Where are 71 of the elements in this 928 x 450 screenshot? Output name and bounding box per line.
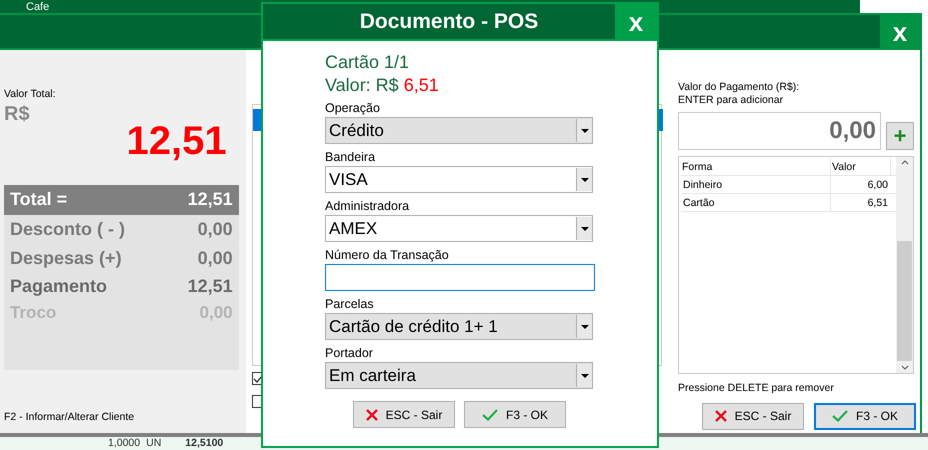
table-cell: 1,0000 [108, 436, 140, 450]
summary-label: Total = [10, 188, 68, 212]
scroll-up-icon [900, 160, 908, 165]
cancel-button[interactable]: ESC - Sair [353, 401, 455, 428]
table-cell: Dinheiro [681, 176, 831, 193]
remove-hint: Pressione DELETE para remover [678, 381, 835, 396]
field-label: Operação [325, 100, 381, 116]
column-header[interactable]: Valor [831, 158, 891, 175]
checkmark-icon [253, 374, 264, 382]
field-label: Portador [325, 345, 374, 361]
dropdown-field[interactable]: Crédito [325, 117, 593, 144]
value-amount: 6,51 [404, 74, 439, 97]
close-button[interactable]: x [880, 15, 920, 48]
caret-icon [580, 226, 588, 230]
total-amount: 12,51 [126, 120, 227, 161]
dropdown-field[interactable]: Em carteira [325, 362, 593, 389]
field-label: Parcelas [325, 296, 375, 312]
ok-button[interactable]: F3 - OK [464, 401, 566, 428]
ok-button[interactable]: F3 - OK [814, 402, 916, 430]
dropdown-field[interactable]: Cartão de crédito 1+ 1 [325, 313, 593, 340]
text-field[interactable] [325, 264, 595, 291]
dropdown-button[interactable] [576, 315, 592, 338]
summary-value: 12,51 [188, 274, 233, 298]
dropdown-button[interactable] [576, 168, 592, 191]
close-icon [366, 408, 378, 420]
dropdown-button[interactable] [576, 217, 592, 240]
cancel-button[interactable]: ESC - Sair [702, 402, 804, 430]
dropdown-value: Crédito [329, 120, 384, 142]
scroll-thumb[interactable] [897, 241, 912, 361]
caret-icon [580, 374, 588, 378]
dropdown-value: Em carteira [329, 364, 416, 387]
caret-icon [580, 178, 588, 182]
close-icon [714, 410, 727, 422]
amount-label: Valor do Pagamento (R$): [678, 81, 800, 94]
scroll-down-icon [900, 365, 908, 370]
dropdown-value: VISA [329, 168, 368, 191]
currency-label: R$ [4, 102, 31, 125]
field-label: Bandeira [325, 149, 376, 165]
table-cell: UN [146, 436, 162, 450]
amount-hint: ENTER para adicionar [678, 94, 784, 107]
table-cell-text: 6,51 [866, 196, 889, 211]
caret-icon [580, 128, 588, 132]
check-icon [482, 408, 498, 420]
total-label: Valor Total: [4, 87, 57, 102]
summary-value: 0,00 [198, 246, 233, 270]
summary-value: 0,00 [198, 218, 233, 241]
summary-label: Desconto ( - ) [10, 218, 125, 241]
dropdown-value: Cartão de crédito 1+ 1 [329, 316, 498, 338]
app-title: Cafe [26, 1, 50, 13]
summary-label: Pagamento [10, 274, 108, 298]
summary-value: 12,51 [188, 188, 233, 212]
table-cell: Cartão [681, 194, 831, 211]
table-cell: 12,5100 [185, 436, 224, 450]
scrollbar[interactable] [896, 157, 913, 373]
check-icon [832, 410, 848, 422]
dialog-title: Documento - POS [358, 9, 540, 35]
field-label: Administradora [325, 198, 410, 214]
dropdown-field[interactable]: VISA [325, 166, 593, 193]
summary-label: Despesas (+) [10, 246, 122, 270]
amount-field[interactable]: 0,00 [678, 112, 881, 150]
table-cell-text: 6,00 [866, 178, 889, 193]
column-header[interactable]: Forma [681, 158, 831, 175]
value-label: Valor: R$ [325, 74, 399, 97]
dropdown-button[interactable] [576, 119, 592, 142]
dropdown-value: AMEX [329, 218, 378, 240]
caret-icon [580, 324, 588, 328]
client-hint: F2 - Informar/Alterar Cliente [4, 410, 136, 426]
field-label: Número da Transação [325, 247, 450, 263]
dropdown-button[interactable] [576, 364, 592, 387]
dropdown-field[interactable]: AMEX [325, 215, 593, 242]
card-title: Cartão 1/1 [325, 51, 410, 73]
